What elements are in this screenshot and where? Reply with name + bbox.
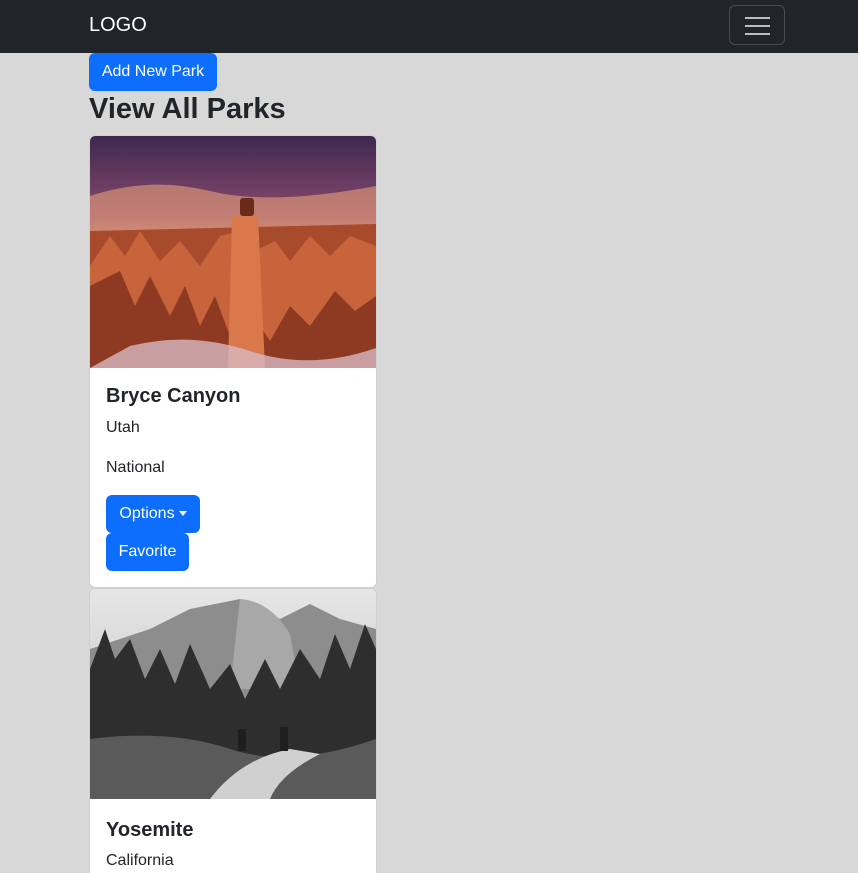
park-type: National [106, 459, 165, 476]
caret-down-icon [178, 511, 187, 517]
navbar: LOGO [0, 0, 858, 53]
park-name: Yosemite [106, 819, 194, 841]
page-title: View All Parks [89, 93, 286, 125]
hamburger-icon-bar [745, 25, 770, 27]
options-label: Options [119, 505, 175, 522]
navbar-toggler-button[interactable] [729, 5, 785, 45]
hamburger-icon [745, 17, 770, 19]
park-card: Yosemite California [89, 588, 377, 873]
options-dropdown-button[interactable]: Options [106, 495, 200, 533]
add-new-park-button[interactable]: Add New Park [89, 53, 217, 91]
park-name: Bryce Canyon [106, 385, 241, 407]
yosemite-photo [90, 589, 376, 799]
favorite-button[interactable]: Favorite [106, 533, 189, 571]
park-location: Utah [106, 419, 140, 436]
bryce-canyon-photo [90, 136, 376, 368]
hamburger-icon-bar [745, 33, 770, 35]
park-location: California [106, 852, 174, 869]
brand-logo[interactable]: LOGO [89, 13, 147, 37]
park-card: Bryce Canyon Utah National Options Favor… [89, 135, 377, 588]
